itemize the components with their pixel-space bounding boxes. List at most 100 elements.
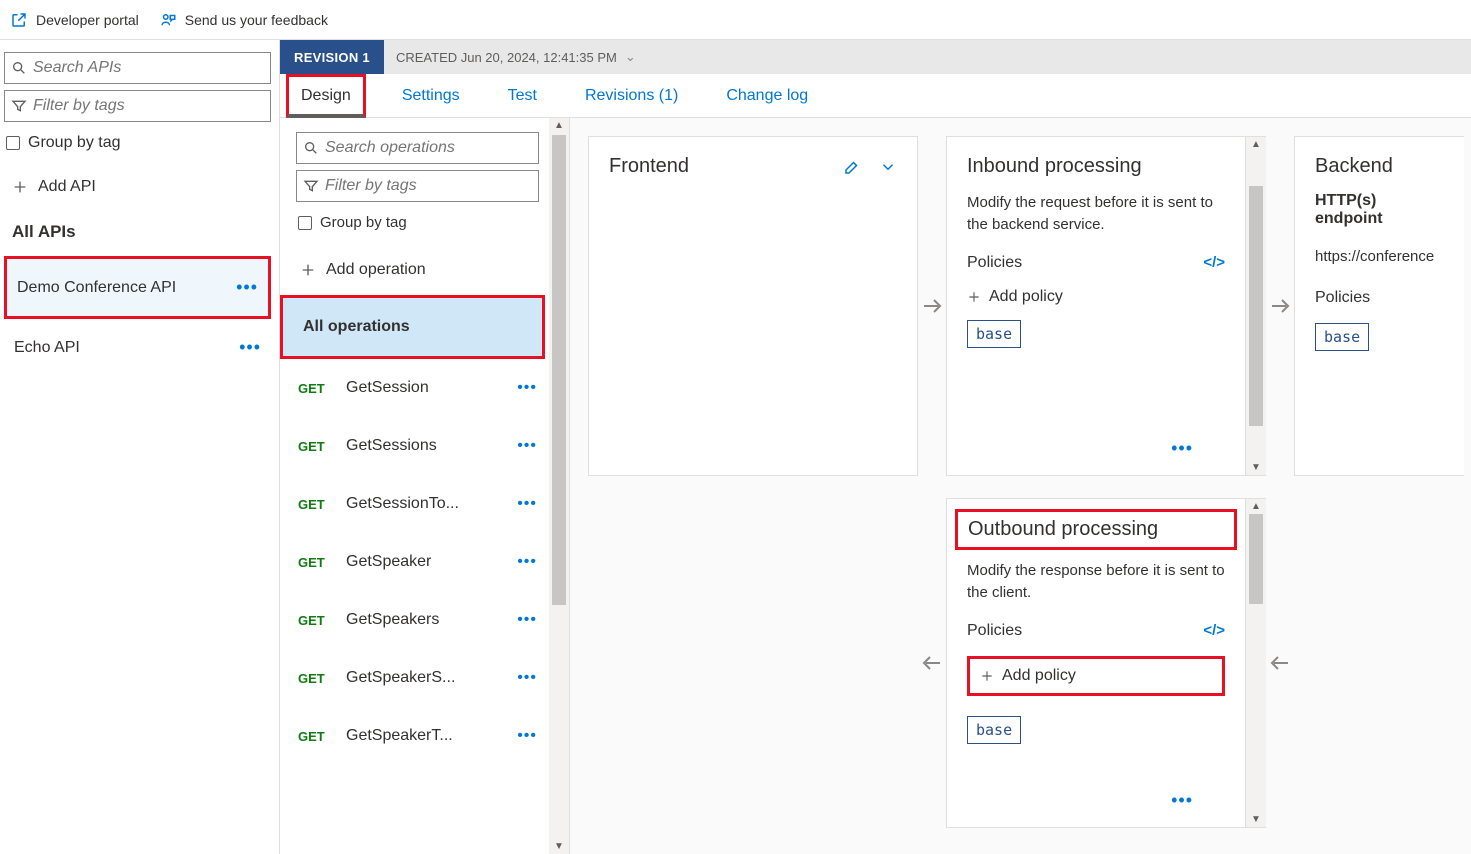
- plus-icon: [967, 290, 981, 304]
- scroll-thumb[interactable]: [1249, 514, 1263, 604]
- scroll-down-icon[interactable]: ▼: [554, 839, 564, 854]
- api-item-more-icon[interactable]: •••: [239, 337, 261, 358]
- scroll-thumb[interactable]: [1249, 186, 1263, 426]
- plus-icon: [300, 262, 316, 278]
- operation-more-icon[interactable]: •••: [517, 727, 537, 745]
- revision-badge[interactable]: REVISION 1: [280, 40, 384, 74]
- search-apis-input[interactable]: [33, 59, 264, 77]
- developer-portal-link[interactable]: Developer portal: [10, 11, 139, 29]
- scroll-down-icon[interactable]: ▼: [1251, 812, 1261, 827]
- search-operations-box[interactable]: [296, 132, 539, 164]
- filter-tags-input[interactable]: [33, 97, 264, 115]
- add-api-label: Add API: [38, 178, 96, 196]
- api-item-label: Demo Conference API: [17, 279, 176, 297]
- code-icon[interactable]: </>: [1203, 254, 1225, 271]
- ops-group-by-tag-checkbox[interactable]: [298, 216, 312, 230]
- operation-more-icon[interactable]: •••: [517, 379, 537, 397]
- operation-row[interactable]: GET GetSession •••: [296, 359, 539, 417]
- inbound-base-tag[interactable]: base: [967, 320, 1021, 348]
- revision-bar: REVISION 1 CREATED Jun 20, 2024, 12:41:3…: [280, 40, 1471, 74]
- operation-more-icon[interactable]: •••: [517, 437, 537, 455]
- operation-row[interactable]: GET GetSpeakerS... •••: [296, 649, 539, 707]
- http-method-badge: GET: [298, 613, 332, 628]
- backend-base-tag[interactable]: base: [1315, 323, 1369, 351]
- edit-icon[interactable]: [843, 158, 861, 176]
- tab-test[interactable]: Test: [496, 74, 549, 117]
- operation-more-icon[interactable]: •••: [517, 611, 537, 629]
- inbound-desc: Modify the request before it is sent to …: [967, 192, 1225, 236]
- revision-meta-text: CREATED Jun 20, 2024, 12:41:35 PM: [396, 50, 617, 65]
- frontend-title: Frontend: [609, 155, 689, 178]
- tab-settings[interactable]: Settings: [390, 74, 472, 117]
- filter-icon: [11, 98, 27, 114]
- inbound-more-icon[interactable]: •••: [1171, 438, 1193, 459]
- plus-icon: [980, 669, 994, 683]
- scroll-thumb[interactable]: [552, 135, 566, 605]
- http-method-badge: GET: [298, 555, 332, 570]
- outbound-add-policy-button[interactable]: Add policy: [980, 667, 1076, 685]
- design-canvas: Frontend Inbound processing: [570, 118, 1471, 854]
- arrow-right-icon: [918, 136, 946, 476]
- ops-group-by-tag-row[interactable]: Group by tag: [296, 208, 539, 245]
- api-item-demo-conference[interactable]: Demo Conference API •••: [4, 256, 271, 319]
- outbound-add-policy-highlight: Add policy: [967, 656, 1225, 696]
- add-operation-button[interactable]: Add operation: [296, 245, 539, 295]
- developer-portal-label: Developer portal: [36, 12, 139, 28]
- code-icon[interactable]: </>: [1203, 622, 1225, 639]
- operation-more-icon[interactable]: •••: [517, 495, 537, 513]
- operation-row[interactable]: GET GetSessionTo... •••: [296, 475, 539, 533]
- tab-revisions[interactable]: Revisions (1): [573, 74, 690, 117]
- group-by-tag-row[interactable]: Group by tag: [4, 128, 271, 166]
- api-sidebar: Group by tag Add API All APIs Demo Confe…: [0, 40, 280, 854]
- operation-more-icon[interactable]: •••: [517, 553, 537, 571]
- operation-row[interactable]: GET GetSpeakerT... •••: [296, 707, 539, 765]
- operations-scrollbar[interactable]: ▲ ▼: [549, 118, 569, 854]
- all-operations-highlight: All operations: [280, 295, 545, 359]
- scroll-down-icon[interactable]: ▼: [1251, 460, 1261, 475]
- scroll-up-icon[interactable]: ▲: [1251, 499, 1261, 514]
- scroll-up-icon[interactable]: ▲: [1251, 137, 1261, 152]
- inbound-scrollbar[interactable]: ▲ ▼: [1246, 136, 1266, 476]
- all-operations-item[interactable]: All operations: [283, 298, 542, 356]
- backend-title: Backend: [1315, 155, 1393, 178]
- http-method-badge: GET: [298, 381, 332, 396]
- revision-meta[interactable]: CREATED Jun 20, 2024, 12:41:35 PM ⌄: [384, 49, 648, 65]
- filter-tags-box[interactable]: [4, 90, 271, 122]
- inbound-processing-card: Inbound processing Modify the request be…: [946, 136, 1246, 476]
- chevron-down-icon: ⌄: [625, 49, 636, 65]
- operation-name: GetSessions: [346, 437, 503, 455]
- operation-more-icon[interactable]: •••: [517, 669, 537, 687]
- inbound-add-policy-button[interactable]: Add policy: [967, 288, 1225, 306]
- api-item-label: Echo API: [14, 339, 80, 357]
- external-link-icon: [10, 11, 28, 29]
- group-by-tag-checkbox[interactable]: [6, 136, 20, 150]
- tab-design-highlight: Design: [286, 74, 366, 118]
- feedback-link[interactable]: Send us your feedback: [159, 11, 328, 29]
- search-operations-input[interactable]: [325, 139, 532, 157]
- arrow-right-icon: [1266, 136, 1294, 476]
- outbound-scrollbar[interactable]: ▲ ▼: [1246, 498, 1266, 828]
- http-method-badge: GET: [298, 497, 332, 512]
- arrow-left-icon: [918, 498, 946, 828]
- feedback-icon: [159, 11, 177, 29]
- filter-operations-box[interactable]: [296, 170, 539, 202]
- search-apis-box[interactable]: [4, 52, 271, 84]
- inbound-policies-label: Policies: [967, 254, 1022, 272]
- operation-name: GetSpeakerT...: [346, 727, 503, 745]
- operation-row[interactable]: GET GetSpeaker •••: [296, 533, 539, 591]
- filter-operations-input[interactable]: [325, 177, 532, 195]
- outbound-more-icon[interactable]: •••: [1171, 790, 1193, 811]
- scroll-up-icon[interactable]: ▲: [554, 118, 564, 133]
- api-item-echo[interactable]: Echo API •••: [4, 319, 271, 376]
- outbound-base-tag[interactable]: base: [967, 716, 1021, 744]
- tab-changelog[interactable]: Change log: [714, 74, 820, 117]
- add-operation-label: Add operation: [326, 261, 426, 279]
- api-item-more-icon[interactable]: •••: [236, 277, 258, 298]
- chevron-down-icon[interactable]: [879, 158, 897, 176]
- add-api-button[interactable]: Add API: [4, 166, 271, 208]
- inbound-add-policy-label: Add policy: [989, 288, 1063, 306]
- operation-row[interactable]: GET GetSessions •••: [296, 417, 539, 475]
- all-apis-heading[interactable]: All APIs: [4, 208, 271, 256]
- operation-row[interactable]: GET GetSpeakers •••: [296, 591, 539, 649]
- tab-design[interactable]: Design: [289, 87, 363, 105]
